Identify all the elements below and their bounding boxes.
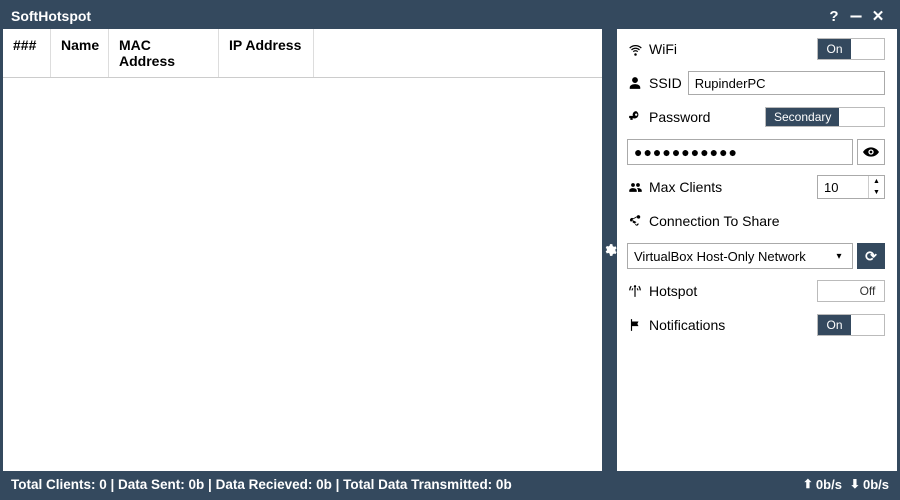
wifi-label: WiFi	[649, 41, 677, 57]
close-button[interactable]: ✕	[867, 7, 889, 25]
ssid-label: SSID	[649, 75, 682, 91]
stepper-up[interactable]: ▲	[869, 176, 884, 187]
connection-selected: VirtualBox Host-Only Network	[634, 249, 832, 264]
hotspot-toggle-off: Off	[851, 281, 884, 301]
eye-icon	[863, 144, 879, 160]
max-clients-stepper[interactable]: ▲ ▼	[817, 175, 885, 199]
col-mac: MAC Address	[109, 29, 219, 77]
wifi-toggle[interactable]: On	[817, 38, 885, 60]
user-icon	[627, 75, 643, 91]
connection-label: Connection To Share	[649, 213, 780, 229]
chevron-down-icon: ▾	[832, 251, 846, 262]
flag-icon	[627, 317, 643, 333]
share-icon	[627, 213, 643, 229]
users-icon	[627, 179, 643, 195]
password-mode-box[interactable]: Secondary	[765, 107, 885, 127]
notifications-toggle[interactable]: On	[817, 314, 885, 336]
password-input[interactable]	[627, 139, 853, 165]
refresh-icon: ⟳	[865, 248, 877, 265]
col-ip: IP Address	[219, 29, 314, 77]
client-panel: ### Name MAC Address IP Address	[3, 29, 603, 471]
download-icon: ⬇	[850, 477, 860, 491]
table-header: ### Name MAC Address IP Address	[3, 29, 602, 78]
window-title: SoftHotspot	[11, 8, 91, 24]
gear-icon	[603, 242, 617, 258]
ssid-input[interactable]	[688, 71, 885, 95]
upload-speed: ⬆ 0b/s	[803, 477, 842, 492]
app-window: SoftHotspot ? ‒ ✕ ### Name MAC Address I…	[0, 0, 900, 500]
connection-select[interactable]: VirtualBox Host-Only Network ▾	[627, 243, 853, 269]
toggle-password-visibility-button[interactable]	[857, 139, 885, 165]
notifications-toggle-on: On	[818, 315, 851, 335]
key-icon	[627, 109, 643, 125]
settings-toggle-gutter[interactable]	[603, 29, 617, 471]
table-body	[3, 78, 602, 471]
col-index: ###	[3, 29, 51, 77]
minimize-button[interactable]: ‒	[845, 13, 867, 19]
download-speed: ⬇ 0b/s	[850, 477, 889, 492]
max-clients-label: Max Clients	[649, 179, 722, 195]
refresh-connections-button[interactable]: ⟳	[857, 243, 885, 269]
main-body: ### Name MAC Address IP Address WiFi	[3, 29, 897, 471]
password-mode-badge: Secondary	[766, 108, 839, 126]
statusbar: Total Clients: 0 | Data Sent: 0b | Data …	[3, 471, 897, 497]
status-text: Total Clients: 0 | Data Sent: 0b | Data …	[11, 477, 803, 492]
help-button[interactable]: ?	[823, 8, 845, 25]
titlebar: SoftHotspot ? ‒ ✕	[3, 3, 897, 29]
col-name: Name	[51, 29, 109, 77]
notifications-label: Notifications	[649, 317, 725, 333]
wifi-toggle-on: On	[818, 39, 851, 59]
settings-panel: WiFi On SSID Password	[617, 29, 897, 471]
hotspot-label: Hotspot	[649, 283, 697, 299]
upload-icon: ⬆	[803, 477, 813, 491]
stepper-down[interactable]: ▼	[869, 187, 884, 198]
password-label: Password	[649, 109, 710, 125]
antenna-icon	[627, 283, 643, 299]
max-clients-input[interactable]	[818, 176, 868, 198]
wifi-icon	[627, 41, 643, 57]
hotspot-toggle[interactable]: Off	[817, 280, 885, 302]
